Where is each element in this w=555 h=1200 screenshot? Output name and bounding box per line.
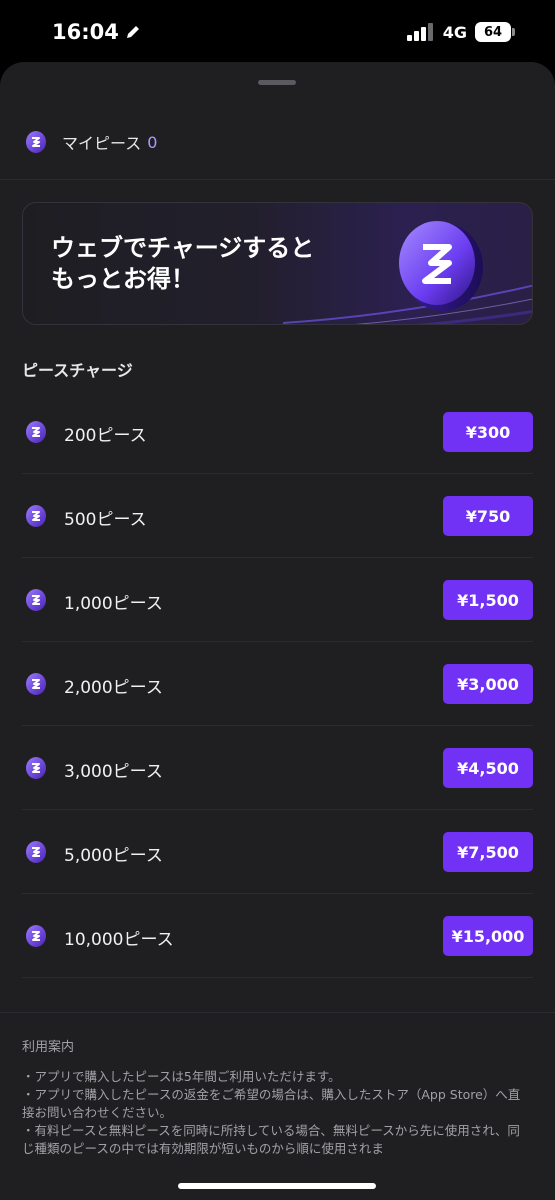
price-button[interactable]: ¥7,500 [443, 832, 533, 872]
price-button[interactable]: ¥15,000 [443, 916, 533, 956]
my-pieces-balance: マイピース 0 [24, 126, 157, 158]
price-button[interactable]: ¥750 [443, 496, 533, 536]
price-button[interactable]: ¥4,500 [443, 748, 533, 788]
divider [0, 179, 555, 180]
pack-label: 200ピース [64, 426, 147, 446]
my-pieces-count: 0 [147, 132, 158, 152]
pack-label: 10,000ピース [64, 930, 174, 950]
pack-label: 2,000ピース [64, 678, 163, 698]
divider [22, 977, 533, 978]
piece-coin-icon [26, 757, 46, 779]
price-button[interactable]: ¥300 [443, 412, 533, 452]
usage-info-line: ・有料ピースと無料ピースを同時に所持している場合、無料ピースから先に使用され、同… [22, 1123, 520, 1156]
pack-row: 3,000ピース ¥4,500 [0, 726, 555, 810]
price-button[interactable]: ¥1,500 [443, 580, 533, 620]
network-label: 4G [442, 22, 467, 42]
pencil-icon [126, 26, 139, 38]
usage-info-title: 利用案内 [22, 1040, 75, 1055]
battery-level: 64 [483, 24, 503, 40]
banner-line-1: ウェブでチャージすると [51, 234, 315, 262]
signal-icon [406, 23, 433, 41]
pack-row: 2,000ピース ¥3,000 [0, 642, 555, 726]
usage-info-line: ・アプリで購入したピースの返金をご希望の場合は、購入したストア（App Stor… [22, 1087, 521, 1120]
pack-label: 500ピース [64, 510, 147, 530]
banner-line-2: もっとお得！ [51, 265, 195, 293]
piece-coin-icon [26, 505, 46, 527]
status-time-group: 16:04 [52, 20, 141, 44]
piece-coin-icon [26, 925, 46, 947]
price-button[interactable]: ¥3,000 [443, 664, 533, 704]
piece-coin-icon [26, 421, 46, 443]
pack-list: 200ピース ¥300 500ピース ¥750 1,000ピース ¥1,500 [0, 390, 555, 978]
pack-row: 1,000ピース ¥1,500 [0, 558, 555, 642]
piece-coin-icon [26, 841, 46, 863]
pack-row: 200ピース ¥300 [0, 390, 555, 474]
usage-info-text: ・アプリで購入したピースは5年間ご利用いただけます。 ・アプリで購入したピースの… [22, 1068, 522, 1158]
pack-label: 5,000ピース [64, 846, 163, 866]
banner-text: ウェブでチャージすると もっとお得！ [51, 233, 351, 295]
status-time: 16:04 [52, 20, 119, 44]
divider [0, 1012, 555, 1013]
sheet-grabber[interactable] [258, 80, 296, 85]
status-bar: 16:04 4G 64 [0, 0, 555, 62]
usage-info-line: ・アプリで購入したピースは5年間ご利用いただけます。 [22, 1069, 341, 1084]
pack-row: 5,000ピース ¥7,500 [0, 810, 555, 894]
battery-icon: 64 [475, 22, 515, 42]
pack-row: 10,000ピース ¥15,000 [0, 894, 555, 978]
web-charge-banner[interactable]: ウェブでチャージすると もっとお得！ [22, 202, 533, 325]
section-title: ピースチャージ [22, 361, 133, 380]
home-indicator[interactable] [178, 1183, 376, 1189]
my-pieces-label: マイピース [62, 134, 142, 153]
large-coin-icon [399, 221, 483, 311]
status-indicators: 4G 64 [406, 22, 515, 42]
pack-label: 1,000ピース [64, 594, 163, 614]
piece-coin-icon [26, 589, 46, 611]
piece-coin-icon [26, 131, 46, 153]
charge-sheet: マイピース 0 ウェブでチャージすると もっとお得！ ピースチャージ 200ピー… [0, 62, 555, 1200]
pack-label: 3,000ピース [64, 762, 163, 782]
pack-row: 500ピース ¥750 [0, 474, 555, 558]
piece-coin-icon [26, 673, 46, 695]
